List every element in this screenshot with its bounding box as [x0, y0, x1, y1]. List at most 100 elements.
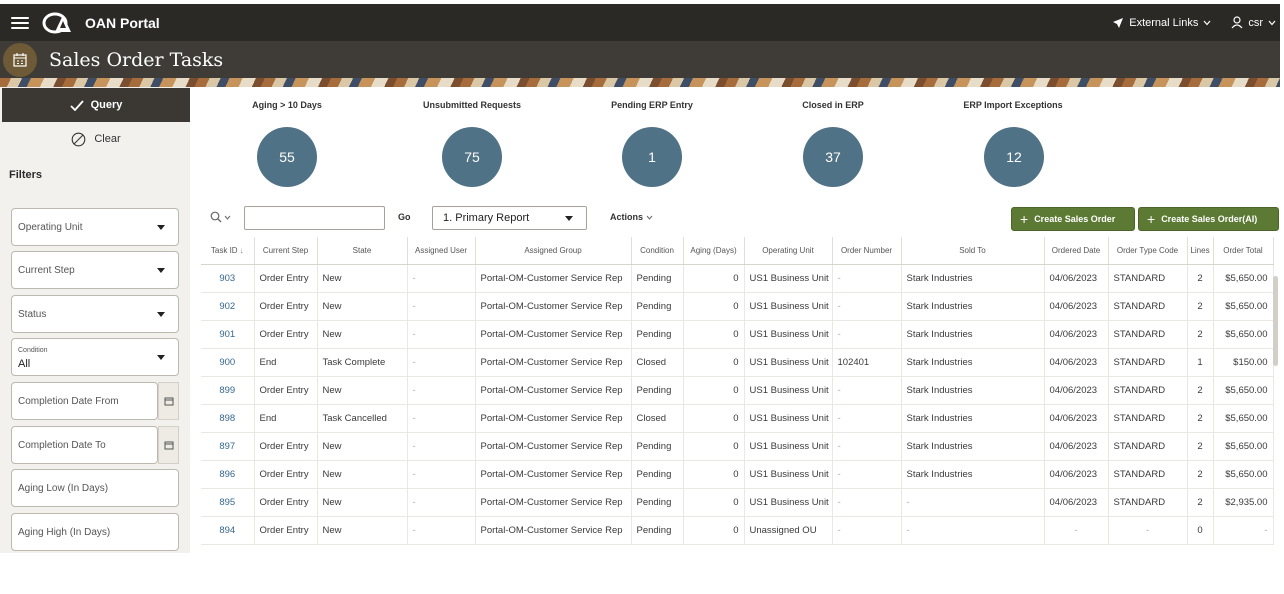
completion-date-to-input[interactable]: Completion Date To [11, 426, 158, 464]
completion-date-from-input[interactable]: Completion Date From [11, 382, 158, 420]
column-header[interactable]: Ordered Date [1044, 237, 1109, 265]
kpi-label: Aging > 10 Days [252, 100, 322, 110]
column-header[interactable]: Sold To [901, 237, 1045, 265]
table-cell: 2 [1187, 460, 1214, 489]
search-input[interactable] [244, 206, 385, 230]
oan-logo-icon[interactable] [41, 11, 77, 35]
table-cell: US1 Business Unit [744, 376, 833, 405]
column-header[interactable]: Lines [1187, 237, 1214, 265]
current-step-select[interactable]: Current Step [11, 251, 179, 289]
table-cell: Closed [631, 404, 684, 433]
actions-menu-button[interactable]: Actions [610, 212, 653, 222]
kpi-value-circle[interactable]: 12 [984, 127, 1044, 187]
table-cell: 04/06/2023 [1044, 264, 1109, 293]
report-select[interactable]: 1. Primary Report [432, 206, 587, 230]
table-row[interactable]: 900 End Task Complete - Portal-OM-Customer S… [201, 348, 1274, 377]
task-id-link[interactable]: 894 [201, 516, 255, 545]
calendar-icon[interactable] [158, 426, 179, 464]
column-header[interactable]: Order Total [1213, 237, 1274, 265]
column-header-label: Operating Unit [762, 245, 814, 255]
external-links-menu[interactable]: External Links [1112, 17, 1211, 29]
table-row[interactable]: 894 Order Entry New - Portal-OM-Customer Ser… [201, 516, 1274, 545]
sort-descending-icon[interactable]: ↓ [240, 246, 244, 255]
table-cell: - [832, 264, 902, 293]
kpi-value-circle[interactable]: 55 [257, 127, 317, 187]
task-id-link[interactable]: 903 [201, 264, 255, 293]
table-cell: 0 [683, 488, 745, 517]
task-id-link[interactable]: 902 [201, 292, 255, 321]
grid-scrollbar[interactable] [1273, 276, 1278, 366]
table-cell: 2 [1187, 264, 1214, 293]
column-header[interactable]: Task ID ↓ [201, 237, 255, 265]
task-id-link[interactable]: 900 [201, 348, 255, 377]
table-cell: 04/06/2023 [1044, 488, 1109, 517]
column-header[interactable]: Order Number [832, 237, 902, 265]
user-menu[interactable]: csr [1231, 16, 1276, 29]
hamburger-menu-icon[interactable] [11, 16, 29, 29]
table-cell: Pending [631, 320, 684, 349]
table-row[interactable]: 902 Order Entry New - Portal-OM-Customer Ser… [201, 292, 1274, 321]
create-sales-order-button[interactable]: + Create Sales Order [1011, 207, 1135, 231]
column-header[interactable]: Order Type Code [1108, 237, 1188, 265]
table-row[interactable]: 903 Order Entry New - Portal-OM-Customer Ser… [201, 264, 1274, 293]
task-id-link[interactable]: 896 [201, 460, 255, 489]
table-cell: 04/06/2023 [1044, 460, 1109, 489]
table-row[interactable]: 895 Order Entry New - Portal-OM-Customer Ser… [201, 488, 1274, 517]
clear-label: Clear [94, 133, 121, 145]
clear-button[interactable]: Clear [2, 125, 190, 153]
task-id-link[interactable]: 898 [201, 404, 255, 433]
table-cell: New [317, 460, 408, 489]
column-header[interactable]: Aging (Days) [683, 237, 745, 265]
table-cell: 102401 [832, 348, 902, 377]
app-title[interactable]: OAN Portal [85, 15, 160, 31]
aging-low-input[interactable]: Aging Low (In Days) [11, 469, 179, 507]
create-sales-order-ai-button[interactable]: + Create Sales Order(AI) [1138, 207, 1279, 231]
table-cell: STANDARD [1108, 348, 1188, 377]
completion-date-to-label: Completion Date To [18, 439, 106, 451]
query-button[interactable]: Query [2, 88, 190, 122]
column-header[interactable]: Current Step [254, 237, 318, 265]
column-header[interactable]: Assigned Group [475, 237, 632, 265]
kpi-value-circle[interactable]: 1 [622, 127, 682, 187]
completion-date-from-label: Completion Date From [18, 395, 119, 407]
column-header[interactable]: State [317, 237, 408, 265]
table-cell: New [317, 292, 408, 321]
table-row[interactable]: 897 Order Entry New - Portal-OM-Customer Ser… [201, 432, 1274, 461]
operating-unit-select[interactable]: Operating Unit [11, 208, 179, 246]
table-cell: US1 Business Unit [744, 432, 833, 461]
operating-unit-label: Operating Unit [18, 221, 83, 233]
table-row[interactable]: 901 Order Entry New - Portal-OM-Customer Ser… [201, 320, 1274, 349]
table-cell: US1 Business Unit [744, 488, 833, 517]
condition-select[interactable]: Condition All [11, 338, 179, 376]
dropdown-caret-icon [157, 355, 165, 360]
table-cell: Pending [631, 292, 684, 321]
go-button[interactable]: Go [398, 212, 411, 222]
task-id-link[interactable]: 897 [201, 432, 255, 461]
table-cell: $2,935.00 [1213, 488, 1274, 517]
table-cell: - [407, 320, 476, 349]
status-select[interactable]: Status [11, 295, 179, 333]
column-header[interactable]: Assigned User [407, 237, 476, 265]
task-id-link[interactable]: 899 [201, 376, 255, 405]
app-root: OAN Portal External Links csr Sales Orde… [0, 0, 1284, 594]
table-cell: $5,650.00 [1213, 404, 1274, 433]
table-row[interactable]: 898 End Task Cancelled - Portal-OM-Customer … [201, 404, 1274, 433]
column-header[interactable]: Condition [631, 237, 684, 265]
kpi-value-circle[interactable]: 75 [442, 127, 502, 187]
aging-high-input[interactable]: Aging High (In Days) [11, 513, 179, 551]
column-header[interactable]: Operating Unit [744, 237, 833, 265]
table-cell: - [832, 432, 902, 461]
kpi-unsubmitted: Unsubmitted Requests [397, 100, 547, 110]
table-cell: $5,650.00 [1213, 460, 1274, 489]
table-cell: 04/06/2023 [1044, 292, 1109, 321]
table-row[interactable]: 896 Order Entry New - Portal-OM-Customer Ser… [201, 460, 1274, 489]
table-cell: - [832, 292, 902, 321]
task-id-link[interactable]: 895 [201, 488, 255, 517]
task-id-link[interactable]: 901 [201, 320, 255, 349]
table-cell: New [317, 320, 408, 349]
search-column-menu[interactable] [210, 211, 231, 223]
table-cell: STANDARD [1108, 488, 1188, 517]
calendar-icon[interactable] [158, 382, 179, 420]
kpi-value-circle[interactable]: 37 [803, 127, 863, 187]
table-row[interactable]: 899 Order Entry New - Portal-OM-Customer Ser… [201, 376, 1274, 405]
